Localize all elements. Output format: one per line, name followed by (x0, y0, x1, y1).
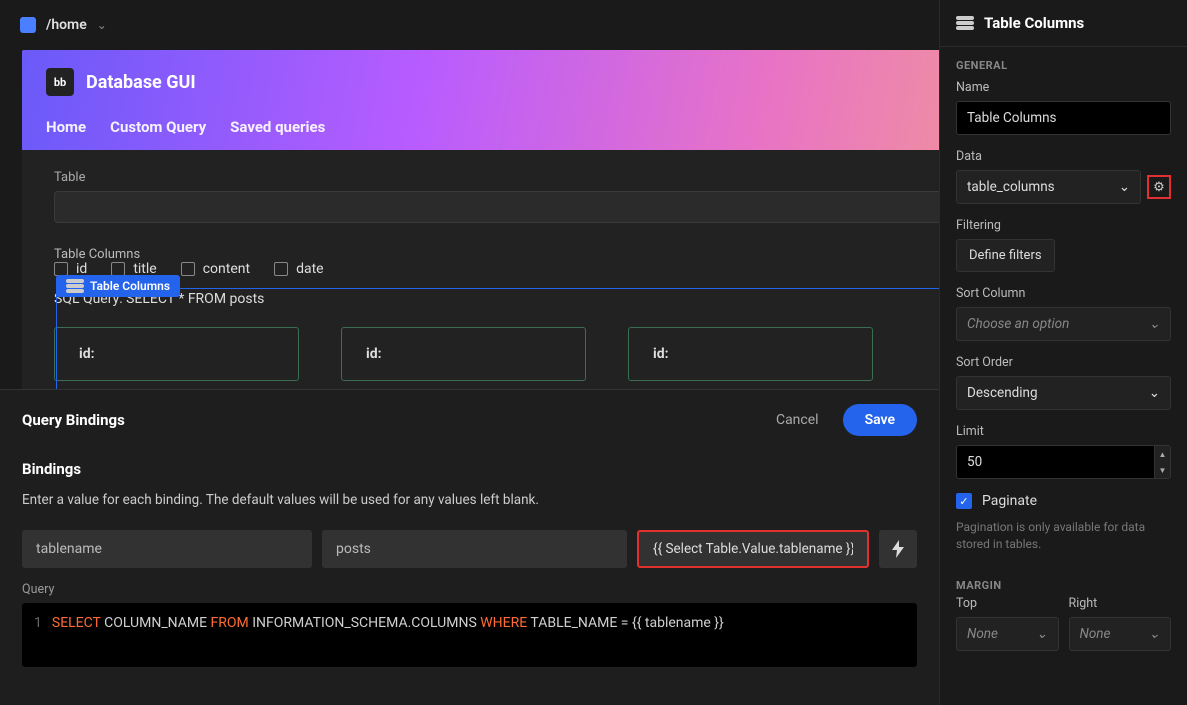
tab-custom-query[interactable]: Custom Query (110, 118, 206, 136)
line-number: 1 (34, 615, 42, 631)
app-title: Database GUI (86, 72, 196, 93)
limit-label: Limit (956, 424, 1171, 439)
checkbox-content[interactable] (181, 262, 195, 276)
tab-home[interactable]: Home (46, 118, 86, 136)
binding-name-input[interactable] (22, 530, 312, 568)
tab-saved-queries[interactable]: Saved queries (230, 118, 325, 136)
sort-order-select[interactable]: Descending⌄ (956, 376, 1171, 410)
database-icon (956, 16, 974, 30)
name-label: Name (956, 80, 1171, 95)
margin-right-label: Right (1069, 596, 1172, 611)
sort-column-label: Sort Column (956, 286, 1171, 301)
section-general: GENERAL (940, 47, 1187, 76)
sort-order-label: Sort Order (956, 355, 1171, 370)
panel-title: Query Bindings (22, 411, 125, 429)
stepper-down[interactable]: ▼ (1155, 462, 1170, 478)
chevron-down-icon: ⌄ (1149, 385, 1160, 401)
chevron-down-icon: ⌄ (1036, 626, 1047, 642)
bindings-hint: Enter a value for each binding. The defa… (22, 492, 917, 508)
chevron-down-icon: ⌄ (1119, 179, 1130, 195)
sort-column-select[interactable]: Choose an option⌄ (956, 307, 1171, 341)
chevron-down-icon[interactable]: ⌄ (97, 18, 107, 32)
margin-right-select[interactable]: None⌄ (1069, 617, 1172, 651)
define-filters-button[interactable]: Define filters (956, 239, 1055, 272)
data-settings-button[interactable]: ⚙ (1147, 175, 1171, 199)
binding-value-input[interactable] (637, 530, 869, 568)
paginate-label: Paginate (982, 493, 1037, 509)
name-input[interactable] (956, 101, 1171, 135)
home-icon (20, 17, 36, 33)
bolt-button[interactable] (879, 530, 917, 568)
database-icon (66, 279, 84, 293)
component-tag[interactable]: Table Columns (56, 275, 180, 297)
paginate-checkbox[interactable]: ✓ (956, 493, 972, 509)
chevron-down-icon: ⌄ (1149, 626, 1160, 642)
query-label: Query (22, 582, 917, 597)
query-code[interactable]: 1SELECT COLUMN_NAME FROM INFORMATION_SCH… (22, 603, 917, 667)
brand-logo: bb (46, 68, 74, 96)
section-margin: MARGIN (940, 567, 1187, 596)
check-label-date: date (296, 261, 324, 277)
panel-title: Table Columns (984, 14, 1084, 32)
checkbox-title[interactable] (111, 262, 125, 276)
margin-top-label: Top (956, 596, 1059, 611)
checkbox-id[interactable] (54, 262, 68, 276)
breadcrumb-path[interactable]: /home (46, 17, 87, 33)
data-label: Data (956, 149, 1171, 164)
limit-input[interactable] (956, 445, 1155, 479)
cancel-button[interactable]: Cancel (764, 404, 831, 436)
stepper-up[interactable]: ▲ (1155, 446, 1170, 462)
component-tag-label: Table Columns (90, 279, 170, 293)
checkbox-date[interactable] (274, 262, 288, 276)
data-select[interactable]: table_columns⌄ (956, 170, 1141, 204)
chevron-down-icon: ⌄ (1149, 316, 1160, 332)
check-label-content: content (203, 261, 250, 277)
filtering-label: Filtering (956, 218, 1171, 233)
bindings-section-title: Bindings (22, 460, 917, 478)
component-title: Table Columns (54, 247, 140, 262)
binding-default-input[interactable] (322, 530, 627, 568)
save-button[interactable]: Save (843, 404, 917, 436)
paginate-note: Pagination is only available for data st… (940, 519, 1187, 567)
margin-top-select[interactable]: None⌄ (956, 617, 1059, 651)
